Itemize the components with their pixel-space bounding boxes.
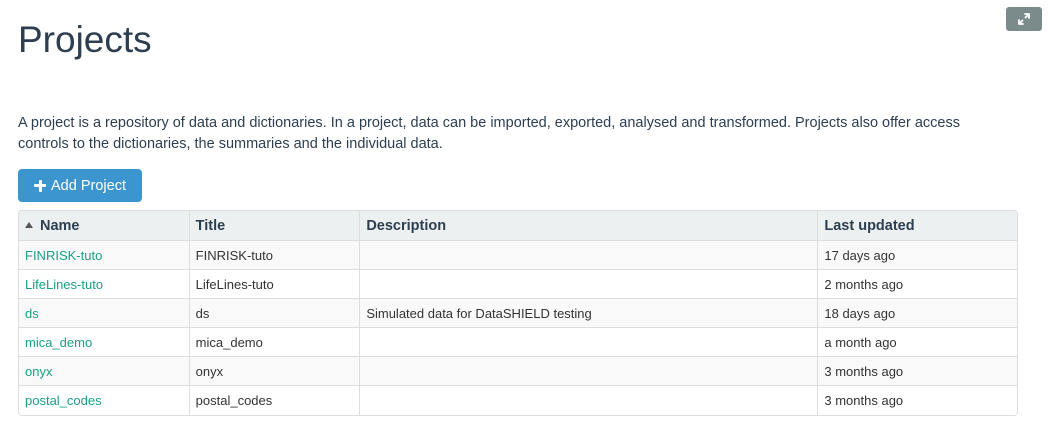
project-description <box>360 357 819 386</box>
table-row: FINRISK-tuto FINRISK-tuto 17 days ago <box>19 241 1017 270</box>
column-header-description[interactable]: Description <box>360 211 819 241</box>
project-last-updated: 18 days ago <box>818 299 1017 328</box>
table-row: onyx onyx 3 months ago <box>19 357 1017 386</box>
project-link[interactable]: ds <box>25 306 39 321</box>
project-link[interactable]: postal_codes <box>25 393 102 408</box>
project-title: postal_codes <box>189 386 361 415</box>
project-last-updated: 3 months ago <box>818 357 1017 386</box>
project-description <box>360 270 819 299</box>
project-last-updated: 3 months ago <box>818 386 1017 415</box>
page-description: A project is a repository of data and di… <box>18 115 960 152</box>
expand-button[interactable] <box>1006 7 1042 31</box>
project-description <box>360 241 819 270</box>
plus-icon <box>34 179 47 192</box>
project-description <box>360 386 819 415</box>
project-last-updated: 2 months ago <box>818 270 1017 299</box>
table-row: postal_codes postal_codes 3 months ago <box>19 386 1017 415</box>
project-description: Simulated data for DataSHIELD testing <box>360 299 819 328</box>
project-link[interactable]: mica_demo <box>25 335 92 350</box>
project-link[interactable]: FINRISK-tuto <box>25 248 102 263</box>
project-title: ds <box>189 299 361 328</box>
project-last-updated: a month ago <box>818 328 1017 357</box>
project-title: mica_demo <box>189 328 361 357</box>
project-last-updated: 17 days ago <box>818 241 1017 270</box>
column-header-name-label: Name <box>40 217 80 234</box>
expand-icon <box>1018 13 1030 25</box>
project-title: FINRISK-tuto <box>189 241 361 270</box>
table-header-row: Name Title Description Last updated <box>19 211 1017 241</box>
table-row: LifeLines-tuto LifeLines-tuto 2 months a… <box>19 270 1017 299</box>
project-link[interactable]: onyx <box>25 364 52 379</box>
page-title: Projects <box>18 19 152 60</box>
project-description <box>360 328 819 357</box>
add-project-label: Add Project <box>51 177 126 194</box>
project-link[interactable]: LifeLines-tuto <box>25 277 103 292</box>
project-title: LifeLines-tuto <box>189 270 361 299</box>
sort-ascending-icon <box>25 221 33 228</box>
column-header-title[interactable]: Title <box>189 211 361 241</box>
projects-table: Name Title Description Last updated FINR… <box>18 210 1018 416</box>
add-project-button[interactable]: Add Project <box>18 169 142 202</box>
table-row: mica_demo mica_demo a month ago <box>19 328 1017 357</box>
table-row: ds ds Simulated data for DataSHIELD test… <box>19 299 1017 328</box>
column-header-last-updated[interactable]: Last updated <box>818 211 1017 241</box>
project-title: onyx <box>189 357 361 386</box>
column-header-name[interactable]: Name <box>19 211 190 241</box>
